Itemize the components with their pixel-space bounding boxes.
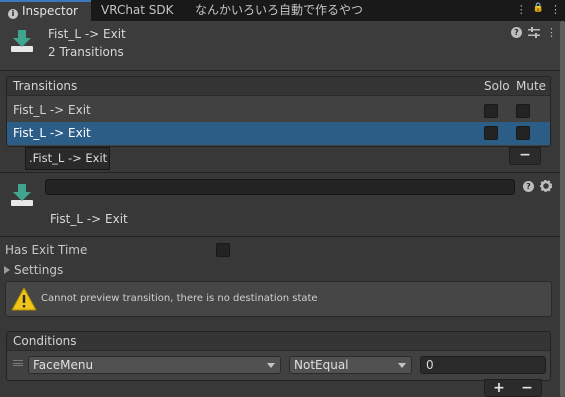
- remove-transition-button[interactable]: −: [509, 147, 541, 165]
- transition-row[interactable]: Fist_L -> Exit: [7, 99, 550, 122]
- chevron-down-icon: [398, 363, 406, 368]
- conditions-header: Conditions: [7, 332, 550, 351]
- warning-text: Cannot preview transition, there is no d…: [41, 293, 318, 304]
- warning-icon: [11, 287, 37, 311]
- chevron-right-icon: [4, 266, 10, 274]
- presets-icon[interactable]: [528, 27, 540, 38]
- chevron-down-icon: [267, 363, 275, 368]
- transition-row-label: Fist_L -> Exit: [13, 103, 91, 117]
- has-exit-time-checkbox[interactable]: [216, 243, 230, 257]
- section-divider: [0, 236, 565, 237]
- condition-add-remove: + −: [484, 379, 542, 397]
- tab-bar: i Inspector VRChat SDK なんかいろいろ自動で作るやつ ⋮ 🔒…: [0, 0, 565, 21]
- solo-checkbox[interactable]: [484, 126, 498, 140]
- conditions-list: Conditions FaceMenu NotEqual 0: [6, 331, 551, 381]
- info-icon: i: [8, 9, 18, 19]
- window-menu-icon[interactable]: ⋮: [550, 3, 561, 16]
- condition-threshold-field[interactable]: 0: [420, 356, 546, 374]
- drag-handle-icon[interactable]: [13, 360, 23, 366]
- transitions-heading: Transitions: [13, 79, 78, 93]
- settings-foldout[interactable]: Settings: [4, 263, 63, 277]
- header-title: Fist_L -> Exit: [48, 27, 126, 41]
- remove-condition-button[interactable]: −: [521, 380, 533, 396]
- help-icon[interactable]: ?: [523, 181, 534, 192]
- help-icon[interactable]: ?: [511, 27, 522, 38]
- tab-auto-tool[interactable]: なんかいろいろ自動で作るやつ: [195, 0, 363, 21]
- tab-vrchat-sdk[interactable]: VRChat SDK: [101, 0, 174, 21]
- transitions-list-header: Transitions Solo Mute: [7, 77, 550, 96]
- condition-mode-value: NotEqual: [294, 358, 349, 372]
- gear-icon[interactable]: [540, 180, 552, 192]
- has-exit-time-label: Has Exit Time: [5, 243, 88, 257]
- inspector-scrollbar[interactable]: [560, 21, 565, 397]
- condition-mode-dropdown[interactable]: NotEqual: [289, 356, 412, 374]
- tab-inspector[interactable]: i Inspector: [0, 0, 91, 21]
- mute-checkbox[interactable]: [516, 126, 530, 140]
- mute-column-label: Mute: [516, 79, 547, 93]
- settings-label: Settings: [14, 263, 64, 277]
- conditions-heading: Conditions: [13, 334, 77, 348]
- transition-tooltip: .Fist_L -> Exit: [25, 147, 110, 170]
- more-icon[interactable]: ⋮: [546, 27, 557, 38]
- transition-row-label: Fist_L -> Exit: [13, 126, 91, 140]
- transition-name-field[interactable]: [45, 179, 515, 195]
- transition-state-icon: [11, 30, 33, 52]
- tabbar-tools: ⋮ 🔒 ⋮: [516, 3, 561, 16]
- header-tools: ? ⋮: [511, 27, 557, 38]
- header-subtitle: 2 Transitions: [48, 45, 124, 59]
- mute-checkbox[interactable]: [516, 104, 530, 118]
- section-divider: [0, 172, 565, 173]
- condition-parameter-dropdown[interactable]: FaceMenu: [28, 356, 281, 374]
- more-options-icon[interactable]: ⋮: [516, 3, 527, 16]
- condition-parameter-value: FaceMenu: [33, 358, 94, 372]
- warning-box: Cannot preview transition, there is no d…: [5, 281, 552, 317]
- lock-icon[interactable]: 🔒: [533, 3, 544, 16]
- scrollbar-thumb[interactable]: [560, 21, 565, 397]
- transition-icon: [11, 184, 33, 206]
- inspector-header: Fist_L -> Exit 2 Transitions ? ⋮: [0, 21, 565, 71]
- solo-checkbox[interactable]: [484, 104, 498, 118]
- tab-inspector-label: Inspector: [22, 4, 78, 18]
- transition-row-selected[interactable]: Fist_L -> Exit: [7, 122, 550, 145]
- add-condition-button[interactable]: +: [493, 380, 505, 396]
- solo-column-label: Solo: [484, 79, 510, 93]
- transitions-list: Transitions Solo Mute Fist_L -> Exit Fis…: [6, 76, 551, 147]
- transition-title: Fist_L -> Exit: [50, 212, 128, 226]
